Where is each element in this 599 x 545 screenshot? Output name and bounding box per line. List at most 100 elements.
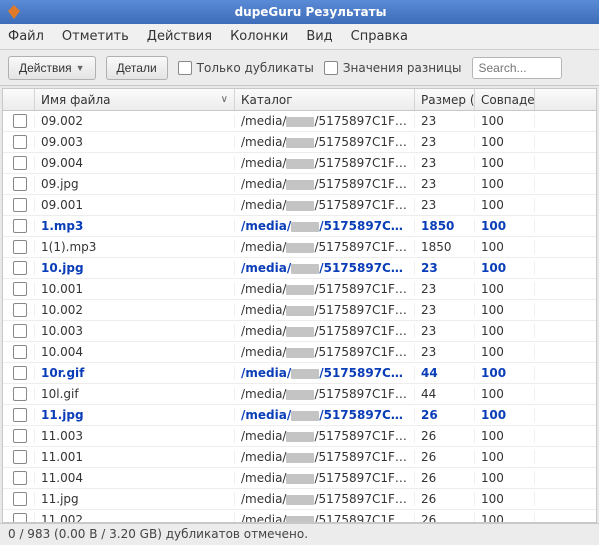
row-checkbox[interactable] <box>7 324 35 338</box>
row-checkbox[interactable] <box>7 513 35 522</box>
cell-size: 23 <box>415 324 475 338</box>
checkbox-icon <box>13 429 27 443</box>
cell-directory: /media//5175897C1F393... <box>235 282 415 296</box>
checkbox-icon <box>13 324 27 338</box>
table-row[interactable]: 11.002/media//5175897C1F393...26100 <box>3 510 596 522</box>
cell-size: 23 <box>415 198 475 212</box>
table-row[interactable]: 10.jpg/media//5175897C1F39...23100 <box>3 258 596 279</box>
sort-indicator-icon: ∨ <box>221 94 228 105</box>
cell-directory: /media//5175897C1F393... <box>235 492 415 506</box>
cell-directory: /media//5175897C1F393... <box>235 513 415 522</box>
row-checkbox[interactable] <box>7 471 35 485</box>
cell-match: 100 <box>475 282 535 296</box>
checkbox-icon <box>13 492 27 506</box>
cell-filename: 11.jpg <box>35 492 235 506</box>
column-directory[interactable]: Каталог <box>235 89 415 110</box>
cell-match: 100 <box>475 114 535 128</box>
table-row[interactable]: 10.004/media//5175897C1F393...23100 <box>3 342 596 363</box>
row-checkbox[interactable] <box>7 450 35 464</box>
row-checkbox[interactable] <box>7 156 35 170</box>
table-row[interactable]: 11.jpg/media//5175897C1F393...26100 <box>3 489 596 510</box>
row-checkbox[interactable] <box>7 387 35 401</box>
checkbox-icon <box>324 61 338 75</box>
table-row[interactable]: 09.003/media//5175897C1F393...23100 <box>3 132 596 153</box>
cell-directory: /media//5175897C1F39... <box>235 219 415 233</box>
window-title: dupeGuru Результаты <box>28 5 593 19</box>
table-row[interactable]: 11.003/media//5175897C1F393...26100 <box>3 426 596 447</box>
actions-dropdown[interactable]: Действия ▼ <box>8 56 96 80</box>
cell-filename: 10l.gif <box>35 387 235 401</box>
cell-size: 1850 <box>415 219 475 233</box>
only-dupes-checkbox[interactable]: Только дубликаты <box>178 61 314 75</box>
cell-size: 26 <box>415 492 475 506</box>
menu-actions[interactable]: Действия <box>147 29 212 44</box>
column-filename[interactable]: Имя файла ∨ <box>35 89 235 110</box>
row-checkbox[interactable] <box>7 345 35 359</box>
table-row[interactable]: 11.004/media//5175897C1F393...26100 <box>3 468 596 489</box>
cell-match: 100 <box>475 261 535 275</box>
menu-bar: Файл Отметить Действия Колонки Вид Справ… <box>0 24 599 50</box>
column-match[interactable]: Совпаде <box>475 89 535 110</box>
cell-size: 26 <box>415 429 475 443</box>
checkbox-icon <box>13 177 27 191</box>
checkbox-icon <box>13 261 27 275</box>
cell-size: 44 <box>415 366 475 380</box>
details-button[interactable]: Детали <box>106 56 168 80</box>
column-check[interactable] <box>7 89 35 110</box>
cell-size: 23 <box>415 303 475 317</box>
table-row[interactable]: 10l.gif/media//5175897C1F393...44100 <box>3 384 596 405</box>
row-checkbox[interactable] <box>7 135 35 149</box>
delta-values-checkbox[interactable]: Значения разницы <box>324 61 462 75</box>
search-input[interactable] <box>472 57 562 79</box>
cell-match: 100 <box>475 471 535 485</box>
cell-filename: 11.004 <box>35 471 235 485</box>
cell-directory: /media//5175897C1F393... <box>235 240 415 254</box>
table-row[interactable]: 11.001/media//5175897C1F393...26100 <box>3 447 596 468</box>
cell-filename: 10.001 <box>35 282 235 296</box>
row-checkbox[interactable] <box>7 219 35 233</box>
row-checkbox[interactable] <box>7 492 35 506</box>
cell-match: 100 <box>475 177 535 191</box>
menu-view[interactable]: Вид <box>306 29 332 44</box>
table-row[interactable]: 09.002/media//5175897C1F393...23100 <box>3 111 596 132</box>
row-checkbox[interactable] <box>7 198 35 212</box>
row-checkbox[interactable] <box>7 282 35 296</box>
cell-match: 100 <box>475 324 535 338</box>
row-checkbox[interactable] <box>7 303 35 317</box>
table-row[interactable]: 10r.gif/media//5175897C1F39...44100 <box>3 363 596 384</box>
checkbox-icon <box>13 450 27 464</box>
row-checkbox[interactable] <box>7 429 35 443</box>
row-checkbox[interactable] <box>7 366 35 380</box>
row-checkbox[interactable] <box>7 240 35 254</box>
table-body[interactable]: 09.002/media//5175897C1F393...2310009.00… <box>3 111 596 522</box>
checkbox-icon <box>13 219 27 233</box>
table-row[interactable]: 10.002/media//5175897C1F393...23100 <box>3 300 596 321</box>
table-row[interactable]: 09.004/media//5175897C1F393...23100 <box>3 153 596 174</box>
cell-filename: 10.003 <box>35 324 235 338</box>
row-checkbox[interactable] <box>7 261 35 275</box>
menu-file[interactable]: Файл <box>8 29 44 44</box>
cell-filename: 11.002 <box>35 513 235 522</box>
row-checkbox[interactable] <box>7 177 35 191</box>
checkbox-icon <box>13 240 27 254</box>
table-row[interactable]: 1.mp3/media//5175897C1F39...1850100 <box>3 216 596 237</box>
menu-help[interactable]: Справка <box>351 29 408 44</box>
cell-directory: /media//5175897C1F393... <box>235 303 415 317</box>
cell-size: 23 <box>415 282 475 296</box>
cell-match: 100 <box>475 135 535 149</box>
menu-columns[interactable]: Колонки <box>230 29 288 44</box>
row-checkbox[interactable] <box>7 408 35 422</box>
checkbox-icon <box>13 198 27 212</box>
column-size[interactable]: Размер (I <box>415 89 475 110</box>
cell-directory: /media//5175897C1F393... <box>235 429 415 443</box>
table-row[interactable]: 10.003/media//5175897C1F393...23100 <box>3 321 596 342</box>
table-row[interactable]: 09.001/media//5175897C1F393...23100 <box>3 195 596 216</box>
cell-match: 100 <box>475 492 535 506</box>
table-row[interactable]: 09.jpg/media//5175897C1F393...23100 <box>3 174 596 195</box>
menu-mark[interactable]: Отметить <box>62 29 129 44</box>
table-row[interactable]: 11.jpg/media//5175897C1F39...26100 <box>3 405 596 426</box>
cell-match: 100 <box>475 429 535 443</box>
table-row[interactable]: 1(1).mp3/media//5175897C1F393...1850100 <box>3 237 596 258</box>
row-checkbox[interactable] <box>7 114 35 128</box>
table-row[interactable]: 10.001/media//5175897C1F393...23100 <box>3 279 596 300</box>
